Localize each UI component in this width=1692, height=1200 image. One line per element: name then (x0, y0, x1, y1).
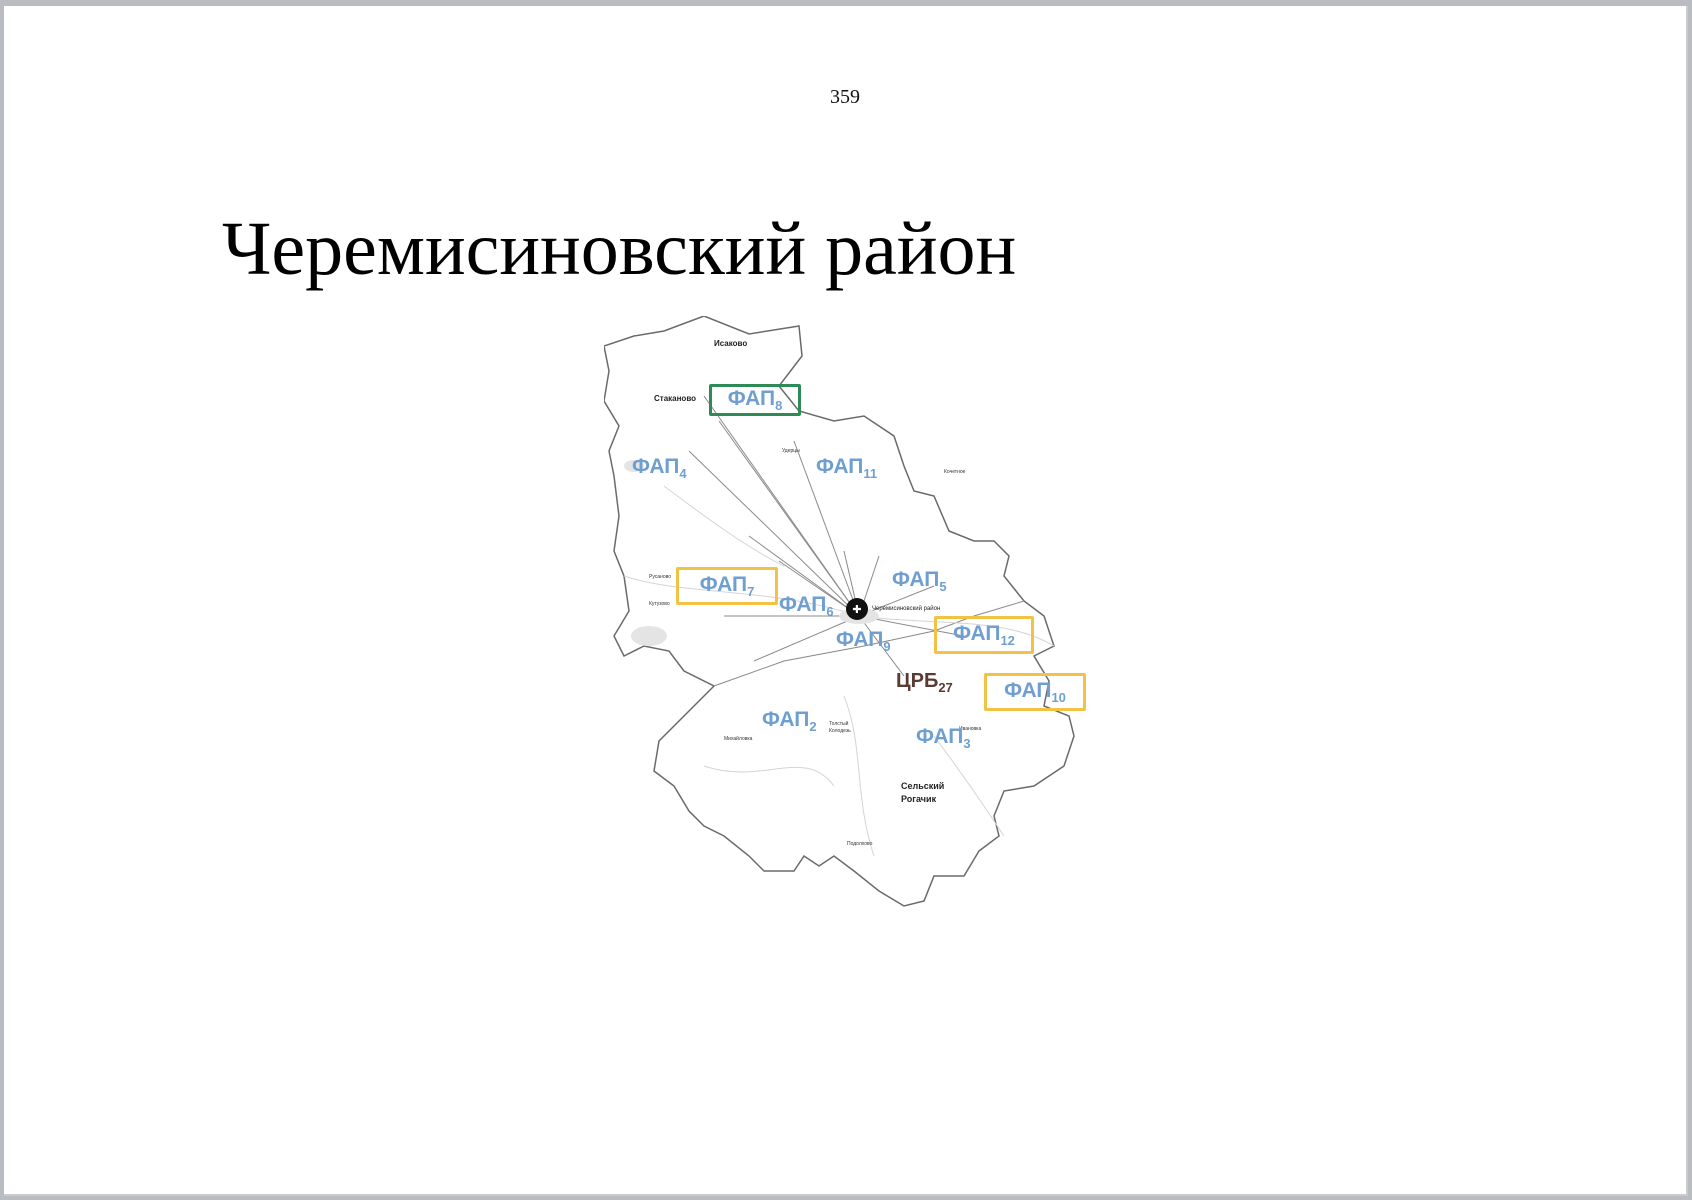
village-label: Михайловка (724, 736, 753, 742)
village-label: Русаново (649, 574, 671, 580)
village-label: Удерцы (782, 448, 800, 454)
fap-10-frame: ФАП10 (984, 673, 1086, 711)
fap-11-label[interactable]: ФАП11 (816, 456, 877, 480)
fap-7-frame: ФАП7 (676, 567, 778, 605)
district-name-label: Черемисиновский район (872, 606, 941, 612)
district-map: ✚ Исаково Стаканово Удерцы Русаново Куту… (604, 316, 1134, 926)
village-label: Колодезь (829, 728, 851, 734)
hospital-marker-icon[interactable]: ✚ (846, 598, 868, 620)
village-label: Кочетное (944, 469, 966, 475)
village-label: Подолхово (847, 841, 873, 847)
fap-7-label[interactable]: ФАП7 (700, 574, 755, 598)
page-title: Черемисиновский район (222, 207, 1017, 291)
fap-8-label[interactable]: ФАП8 (728, 388, 783, 412)
village-label: Кутузово (649, 601, 670, 607)
document-page: 359 Черемисиновский район ✚ Исаково Стак… (4, 6, 1688, 1196)
village-label: Сельский (901, 781, 945, 791)
fap-2-label[interactable]: ФАП2 (762, 709, 817, 733)
page-number: 359 (830, 86, 860, 108)
fap-4-label[interactable]: ФАП4 (632, 456, 687, 480)
district-boundary (604, 316, 1075, 907)
fap-12-label[interactable]: ФАП12 (953, 623, 1015, 647)
village-label: Толстый (829, 721, 849, 727)
crb-label[interactable]: ЦРБ27 (896, 670, 953, 695)
fap-3-label[interactable]: ФАП3 (916, 726, 971, 750)
fap-10-label[interactable]: ФАП10 (1004, 680, 1066, 704)
fap-8-frame: ФАП8 (709, 384, 801, 416)
village-label: Исаково (714, 339, 748, 348)
village-label: Стаканово (654, 394, 697, 403)
fap-6-label[interactable]: ФАП6 (779, 594, 834, 618)
fap-9-label[interactable]: ФАП9 (836, 629, 891, 653)
village-label: Рогачик (901, 794, 937, 804)
district-boundary-svg (604, 316, 1075, 907)
fap-5-label[interactable]: ФАП5 (892, 569, 947, 593)
fap-12-frame: ФАП12 (934, 616, 1034, 654)
